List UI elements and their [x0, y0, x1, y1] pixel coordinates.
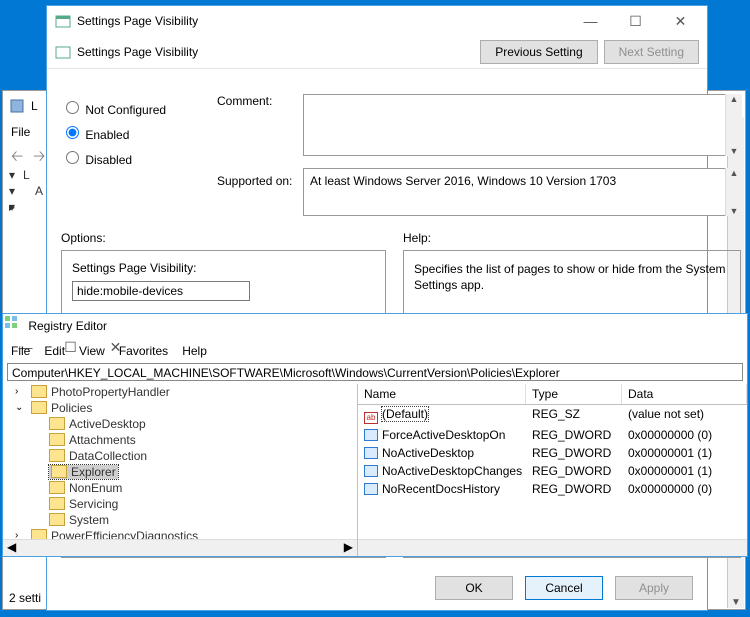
reg-tree-label[interactable]: Servicing [49, 497, 118, 511]
string-value-icon: ab [364, 412, 378, 424]
reg-value-row[interactable]: NoActiveDesktop REG_DWORD0x00000001 (1) [358, 444, 747, 462]
reg-value-type: REG_DWORD [526, 481, 622, 497]
reg-tree-node[interactable]: Attachments [35, 432, 357, 448]
reg-tree-label[interactable]: PhotoPropertyHandler [31, 385, 170, 399]
reg-menu-file[interactable]: File [11, 344, 30, 358]
reg-tree-label[interactable]: Explorer [49, 465, 118, 479]
col-name[interactable]: Name [358, 384, 526, 404]
radio-input-not-configured[interactable] [66, 101, 79, 114]
reg-menu-help[interactable]: Help [182, 344, 207, 358]
reg-value-type: REG_SZ [526, 406, 622, 425]
reg-tree-label[interactable]: Attachments [49, 433, 136, 447]
reg-value-name: NoRecentDocsHistory [382, 482, 500, 496]
tree-collapse-icon[interactable]: ▾ [9, 168, 15, 182]
supported-on-box: At least Windows Server 2016, Windows 10… [303, 168, 741, 216]
reg-value-name: (Default) [382, 407, 428, 421]
reg-tree-label[interactable]: DataCollection [49, 449, 147, 463]
reg-key-tree[interactable]: PhotoPropertyHandler Policies ActiveDeskto… [3, 384, 358, 556]
reg-menu-edit[interactable]: Edit [44, 344, 65, 358]
help-label: Help: [403, 231, 431, 245]
dialog-title: Settings Page Visibility [77, 14, 568, 28]
next-setting-button: Next Setting [604, 40, 699, 64]
comment-textarea[interactable] [303, 94, 741, 156]
regedit-icon [3, 314, 19, 330]
bg-tree-label-1[interactable]: A [35, 184, 43, 198]
supported-on-text: At least Windows Server 2016, Windows 10… [310, 174, 616, 188]
reg-value-data: 0x00000000 (0) [622, 481, 747, 497]
reg-value-data: 0x00000001 (1) [622, 445, 747, 461]
reg-tree-label[interactable]: ActiveDesktop [49, 417, 146, 431]
dialog-subtitle: Settings Page Visibility [77, 45, 474, 59]
reg-value-data: (value not set) [622, 406, 747, 425]
minimize-button[interactable]: — [568, 7, 613, 35]
comment-label: Comment: [217, 94, 272, 108]
dword-value-icon [364, 465, 378, 477]
regedit-title: Registry Editor [28, 319, 107, 333]
col-type[interactable]: Type [526, 384, 622, 404]
reg-tree-node[interactable]: DataCollection [35, 448, 357, 464]
dword-value-icon [364, 483, 378, 495]
bg-menu-file[interactable]: File [11, 125, 30, 139]
tree-collapse-icon[interactable]: ▾ [9, 184, 15, 198]
reg-value-data: 0x00000001 (1) [622, 463, 747, 479]
supported-scrollbar[interactable]: ▲▼ [725, 168, 742, 216]
reg-value-type: REG_DWORD [526, 445, 622, 461]
radio-not-configured[interactable]: Not Configured [61, 98, 166, 117]
reg-value-row[interactable]: NoActiveDesktopChanges REG_DWORD0x0000000… [358, 462, 747, 480]
previous-setting-button[interactable]: Previous Setting [480, 40, 597, 64]
reg-value-row[interactable]: NoRecentDocsHistory REG_DWORD0x00000000 (… [358, 480, 747, 498]
reg-value-name: NoActiveDesktop [382, 446, 474, 460]
apply-button: Apply [615, 576, 693, 600]
reg-tree-label[interactable]: NonEnum [49, 481, 122, 495]
scroll-down-icon[interactable]: ▼ [728, 597, 744, 608]
app-icon [9, 98, 25, 114]
reg-menu-view[interactable]: View [79, 344, 105, 358]
reg-value-list[interactable]: Name Type Data ab (Default) REG_SZ(value n… [358, 384, 747, 556]
ok-button[interactable]: OK [435, 576, 513, 600]
radio-input-disabled[interactable] [66, 151, 79, 164]
reg-tree-h-scrollbar[interactable]: ◀▶ [3, 539, 357, 556]
reg-tree-node[interactable]: Servicing [35, 496, 357, 512]
gpo-item-icon [55, 44, 71, 60]
reg-value-type: REG_DWORD [526, 427, 622, 443]
registry-editor-window: Registry Editor — ☐ ✕ File Edit View Fav… [2, 313, 748, 557]
dword-value-icon [364, 447, 378, 459]
close-button[interactable]: ✕ [658, 7, 703, 35]
reg-value-row[interactable]: ab (Default) REG_SZ(value not set) [358, 405, 747, 426]
background-title: L [31, 99, 38, 113]
reg-tree-node[interactable]: System [35, 512, 357, 528]
radio-disabled[interactable]: Disabled [61, 148, 166, 167]
settings-page-visibility-input[interactable] [72, 281, 250, 301]
reg-value-name: NoActiveDesktopChanges [382, 464, 522, 478]
reg-tree-node[interactable]: NonEnum [35, 480, 357, 496]
maximize-button[interactable]: ☐ [613, 7, 658, 35]
reg-tree-node[interactable]: PhotoPropertyHandler [17, 384, 357, 400]
comment-scrollbar[interactable]: ▲▼ [725, 94, 742, 156]
reg-value-type: REG_DWORD [526, 463, 622, 479]
reg-tree-node[interactable]: Policies [17, 400, 357, 416]
reg-tree-node[interactable]: ActiveDesktop [35, 416, 357, 432]
bg-statusbar: 2 setti [9, 591, 41, 605]
supported-on-label: Supported on: [217, 174, 292, 188]
radio-input-enabled[interactable] [66, 126, 79, 139]
reg-tree-node[interactable]: Explorer [35, 464, 357, 480]
cancel-button[interactable]: Cancel [525, 576, 603, 600]
reg-value-row[interactable]: ForceActiveDesktopOn REG_DWORD0x00000000 … [358, 426, 747, 444]
options-field-label: Settings Page Visibility: [72, 261, 375, 275]
dword-value-icon [364, 429, 378, 441]
reg-menu-favorites[interactable]: Favorites [119, 344, 168, 358]
options-label: Options: [61, 231, 106, 245]
reg-list-h-scrollbar[interactable] [358, 539, 747, 556]
reg-value-data: 0x00000000 (0) [622, 427, 747, 443]
reg-value-name: ForceActiveDesktopOn [382, 428, 505, 442]
bg-tree-label-0[interactable]: L [23, 168, 30, 182]
radio-enabled[interactable]: Enabled [61, 123, 166, 142]
tree-collapse-icon[interactable]: ▾ [9, 200, 15, 214]
help-text-1: Specifies the list of pages to show or h… [414, 261, 730, 293]
window-app-icon [55, 13, 71, 29]
col-data[interactable]: Data [622, 384, 747, 404]
reg-tree-label[interactable]: Policies [31, 401, 92, 415]
reg-address-bar[interactable]: Computer\HKEY_LOCAL_MACHINE\SOFTWARE\Mic… [7, 363, 743, 381]
reg-tree-label[interactable]: System [49, 513, 109, 527]
